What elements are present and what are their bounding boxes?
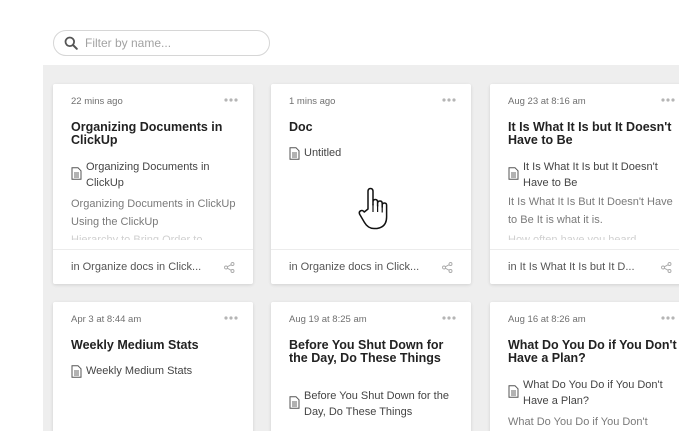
doc-name: Weekly Medium Stats: [86, 365, 193, 377]
docs-grid: 22 mins ago Organizing Documents in Clic…: [43, 65, 679, 431]
document-icon: [71, 167, 82, 180]
card-location[interactable]: in It Is What It Is but It D...: [508, 261, 650, 273]
card-date: 1 mins ago: [289, 96, 336, 107]
doc-link[interactable]: What Do You Do if You Don't Have a Plan?: [508, 377, 678, 409]
card-date: Apr 3 at 8:44 am: [71, 314, 142, 325]
card-date: 22 mins ago: [71, 96, 123, 107]
doc-card[interactable]: Aug 19 at 8:25 am Before You Shut Down f…: [271, 302, 471, 431]
card-preview: It Is What It Is But It Doesn't Have to …: [508, 196, 673, 226]
doc-name: It Is What It Is but It Doesn't Have to …: [523, 161, 658, 189]
document-icon: [508, 167, 519, 180]
search-input[interactable]: [85, 36, 245, 50]
card-title[interactable]: What Do You Do if You Don't Have a Plan?: [508, 339, 679, 364]
card-title[interactable]: It Is What It Is but It Doesn't Have to …: [508, 121, 679, 146]
more-horizontal-icon[interactable]: [441, 315, 457, 321]
document-icon: [508, 385, 519, 398]
doc-card[interactable]: 1 mins ago Doc Untitled in Organize docs…: [271, 84, 471, 284]
card-preview: What Do You Do if You Don't: [508, 416, 648, 428]
doc-name: What Do You Do if You Don't Have a Plan?: [523, 379, 663, 407]
document-icon: [289, 147, 300, 160]
more-horizontal-icon[interactable]: [223, 315, 239, 321]
card-location[interactable]: in Organize docs in Click...: [289, 261, 431, 273]
card-location[interactable]: in Organize docs in Click...: [71, 261, 213, 273]
doc-name: Organizing Documents in ClickUp: [86, 161, 210, 189]
doc-name: Untitled: [304, 147, 342, 159]
search-box[interactable]: [53, 30, 270, 56]
card-preview: Organizing Documents in ClickUp Using th…: [71, 198, 236, 228]
doc-link[interactable]: Organizing Documents in ClickUp: [71, 159, 241, 191]
card-footer: in It Is What It Is but It D...: [490, 249, 679, 284]
doc-link[interactable]: Untitled: [289, 145, 459, 161]
card-title[interactable]: Before You Shut Down for the Day, Do The…: [289, 339, 461, 364]
more-horizontal-icon[interactable]: [441, 97, 457, 103]
card-title[interactable]: Weekly Medium Stats: [71, 339, 243, 352]
more-horizontal-icon[interactable]: [223, 97, 239, 103]
card-date: Aug 23 at 8:16 am: [508, 96, 586, 107]
doc-card[interactable]: Aug 16 at 8:26 am What Do You Do if You …: [490, 302, 679, 431]
search-icon: [64, 36, 78, 50]
card-preview-fade: Hierarchy to Bring Order to: [71, 234, 203, 240]
doc-card[interactable]: 22 mins ago Organizing Documents in Clic…: [53, 84, 253, 284]
card-preview-fade: How often have you heard: [508, 234, 637, 240]
more-horizontal-icon[interactable]: [660, 315, 676, 321]
card-date: Aug 16 at 8:26 am: [508, 314, 586, 325]
card-title[interactable]: Doc: [289, 121, 461, 134]
doc-link[interactable]: Weekly Medium Stats: [71, 363, 241, 379]
document-icon: [71, 365, 82, 378]
doc-card[interactable]: Apr 3 at 8:44 am Weekly Medium Stats Wee…: [53, 302, 253, 431]
card-date: Aug 19 at 8:25 am: [289, 314, 367, 325]
hand-pointer-icon: [358, 187, 388, 230]
more-horizontal-icon[interactable]: [660, 97, 676, 103]
doc-name: Before You Shut Down for the Day, Do The…: [304, 390, 449, 418]
doc-link[interactable]: It Is What It Is but It Doesn't Have to …: [508, 159, 678, 191]
share-icon[interactable]: [224, 262, 235, 273]
doc-card[interactable]: Aug 23 at 8:16 am It Is What It Is but I…: [490, 84, 679, 284]
share-icon[interactable]: [442, 262, 453, 273]
document-icon: [289, 396, 300, 409]
top-bar: [0, 0, 679, 65]
card-footer: in Organize docs in Click...: [271, 249, 471, 284]
doc-link[interactable]: Before You Shut Down for the Day, Do The…: [289, 388, 459, 420]
share-icon[interactable]: [661, 262, 672, 273]
card-footer: in Organize docs in Click...: [53, 249, 253, 284]
card-title[interactable]: Organizing Documents in ClickUp: [71, 121, 243, 146]
